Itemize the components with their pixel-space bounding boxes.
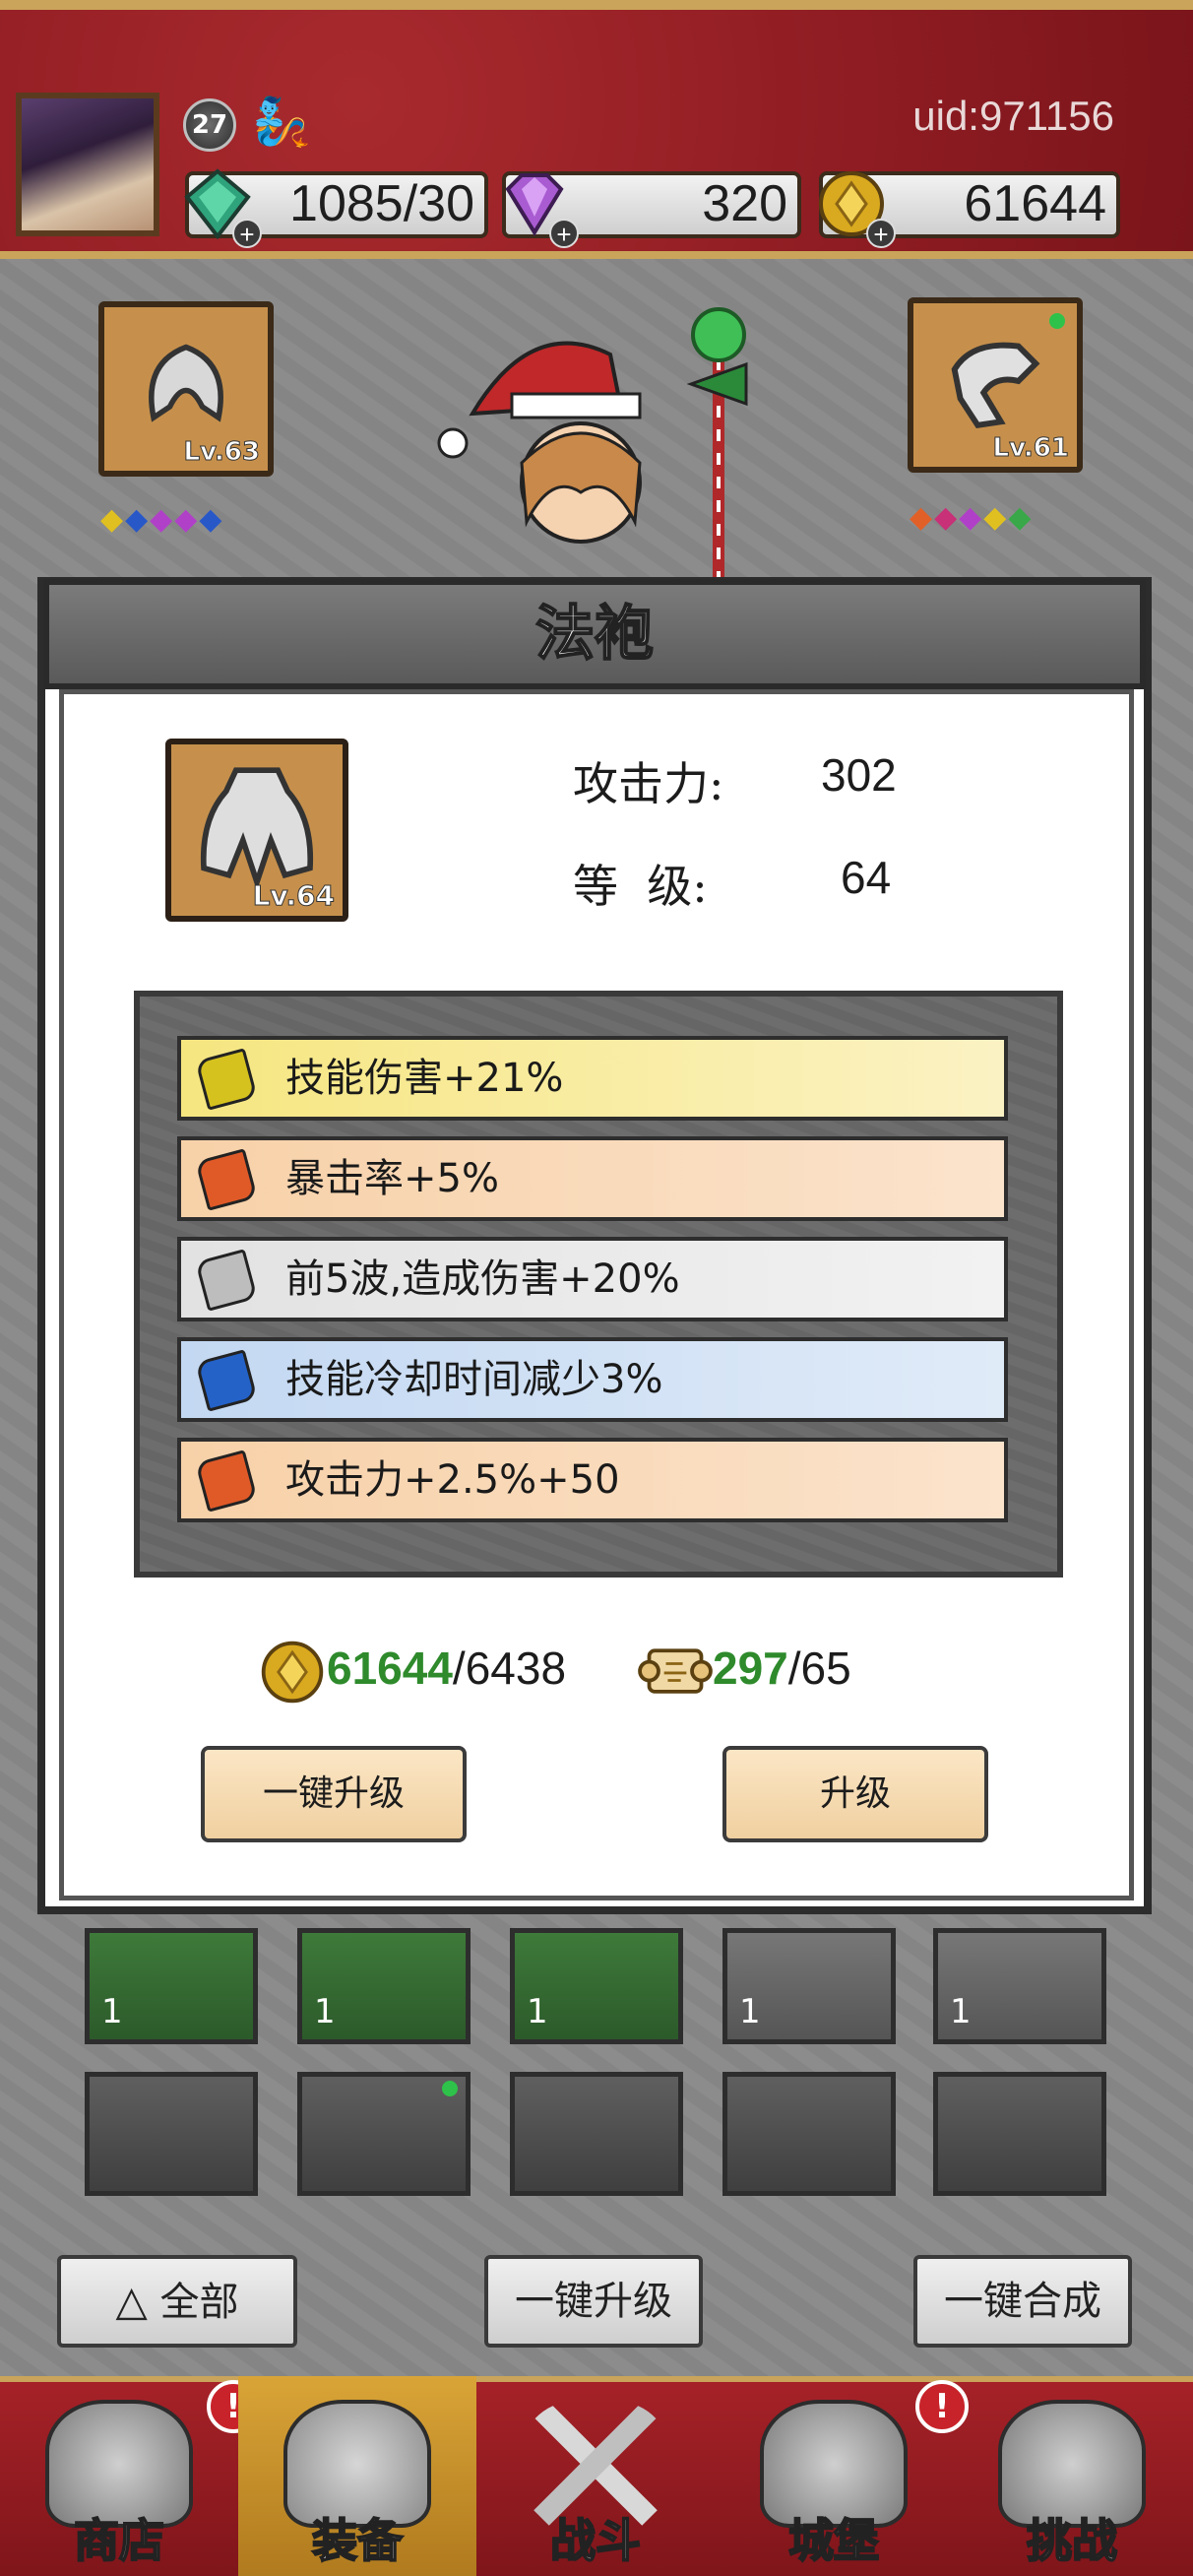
attack-value: 302 [821, 749, 897, 801]
upgrade-all-button[interactable]: 一键升级 [201, 1746, 467, 1842]
gold-coin-icon [261, 1641, 324, 1704]
attribute-text: 前5波,造成伤害+20% [285, 1256, 680, 1302]
attack-label: 攻击力: [573, 757, 724, 810]
gold-required: /6438 [452, 1642, 567, 1694]
energy-value: 1085/30 [289, 175, 474, 232]
gloves-level: Lv.61 [992, 433, 1069, 464]
item-level: Lv.64 [252, 879, 335, 913]
gem-icon: ◆ [934, 500, 960, 535]
attribute-row: 攻击力+2.5%+50 [177, 1438, 1008, 1522]
gloves-gems: ◆◆◆◆◆ [910, 500, 1033, 535]
inventory-item[interactable]: 1 [85, 1928, 258, 2044]
nav-challenge[interactable]: 挑战 [953, 2376, 1191, 2576]
attribute-row: 前5波,造成伤害+20% [177, 1237, 1008, 1321]
gold-owned: 61644 [327, 1642, 453, 1694]
inventory-item[interactable] [510, 2072, 683, 2196]
scroll-cost: 297/65 [638, 1633, 851, 1707]
attribute-text: 技能伤害+21% [285, 1056, 564, 1101]
gold-cost: 61644/6438 [258, 1633, 566, 1707]
gem-icon: ◆ [910, 500, 935, 535]
orange-gem-icon [195, 1449, 258, 1513]
inventory-item[interactable]: 1 [297, 1928, 471, 2044]
nav-label: 商店 [73, 2513, 165, 2568]
hood-icon [149, 344, 223, 422]
diamond-bar[interactable]: + 320 [502, 171, 801, 248]
inventory-item[interactable] [85, 2072, 258, 2196]
item-count: 1 [950, 1992, 972, 2031]
gem-icon: ◆ [100, 502, 126, 537]
inventory-item[interactable] [722, 2072, 896, 2196]
upgrade-all-button-bg[interactable]: 一键升级 [484, 2255, 703, 2348]
attribute-text: 技能冷却时间减少3% [285, 1357, 663, 1402]
upgrade-button[interactable]: 升级 [722, 1746, 988, 1842]
attribute-row: 技能伤害+21% [177, 1036, 1008, 1121]
robe-icon [200, 767, 314, 891]
new-indicator-dot [1049, 313, 1065, 329]
gem-icon: ◆ [199, 502, 224, 537]
merge-all-button[interactable]: 一键合成 [913, 2255, 1132, 2348]
inventory-item[interactable]: 1 [510, 1928, 683, 2044]
character-portrait [437, 307, 748, 591]
nav-label: 挑战 [1026, 2513, 1118, 2568]
player-avatar[interactable] [16, 93, 159, 236]
nav-battle[interactable]: 战斗 [476, 2376, 715, 2576]
gold-value: 61644 [964, 175, 1106, 232]
scroll-icon [638, 1648, 713, 1694]
gem-icon: ◆ [174, 502, 200, 537]
helmet-slot[interactable]: Lv.63 [98, 301, 274, 477]
diamond-value: 320 [702, 175, 787, 232]
gold-bar[interactable]: + 61644 [819, 171, 1120, 248]
gem-icon: ◆ [983, 500, 1009, 535]
filter-all-label: 全部 [159, 2280, 239, 2325]
inventory-item[interactable]: 1 [722, 1928, 896, 2044]
level-label: 等 级: [573, 860, 708, 913]
helmet-level: Lv.63 [183, 437, 260, 468]
blue-gem-icon [195, 1349, 258, 1412]
inventory-item[interactable] [933, 2072, 1106, 2196]
add-energy-button[interactable]: + [232, 219, 262, 248]
gem-icon: ◆ [150, 502, 175, 537]
modal-title: 法袍 [43, 579, 1146, 689]
item-count: 1 [314, 1992, 336, 2031]
attribute-row: 技能冷却时间减少3% [177, 1337, 1008, 1422]
item-count: 1 [739, 1992, 761, 2031]
new-indicator-dot [442, 2081, 458, 2096]
bone-glove-icon [951, 342, 1040, 429]
inventory-item[interactable] [297, 2072, 471, 2196]
item-count: 1 [527, 1992, 548, 2031]
uid-label: uid:971156 [912, 93, 1114, 139]
add-diamond-button[interactable]: + [549, 219, 579, 248]
nav-equipment[interactable]: 装备 [238, 2376, 476, 2576]
genie-icon[interactable]: 🧞 [252, 93, 311, 152]
level-value: 64 [841, 852, 892, 903]
attribute-row: 暴击率+5% [177, 1136, 1008, 1221]
scroll-owned: 297 [713, 1642, 788, 1694]
helmet-gems: ◆◆◆◆◆ [100, 502, 223, 537]
filter-triangle-icon: △ [115, 2277, 148, 2325]
energy-bar[interactable]: + 1085/30 [184, 168, 488, 248]
player-level-badge: 27 [183, 98, 236, 152]
nav-label: 城堡 [787, 2513, 880, 2568]
gloves-slot[interactable]: Lv.61 [908, 297, 1083, 473]
gem-icon: ◆ [959, 500, 984, 535]
orange-gem-icon [195, 1148, 258, 1211]
nav-castle[interactable]: 城堡 ! [715, 2376, 969, 2576]
item-count: 1 [101, 1992, 123, 2031]
nav-label: 战斗 [549, 2513, 642, 2568]
gray-gem-icon [195, 1249, 258, 1312]
yellow-gem-icon [195, 1048, 258, 1111]
nav-shop[interactable]: 商店 ! [0, 2376, 260, 2576]
nav-label: 装备 [311, 2513, 404, 2568]
gem-icon: ◆ [125, 502, 151, 537]
inventory-item[interactable]: 1 [933, 1928, 1106, 2044]
attribute-text: 攻击力+2.5%+50 [285, 1457, 620, 1503]
gem-icon: ◆ [1008, 500, 1034, 535]
item-robe-slot: Lv.64 [165, 739, 348, 922]
add-gold-button[interactable]: + [866, 219, 896, 248]
filter-all-button[interactable]: △ 全部 [57, 2255, 297, 2348]
scroll-required: /65 [787, 1642, 851, 1694]
attribute-text: 暴击率+5% [285, 1156, 499, 1201]
